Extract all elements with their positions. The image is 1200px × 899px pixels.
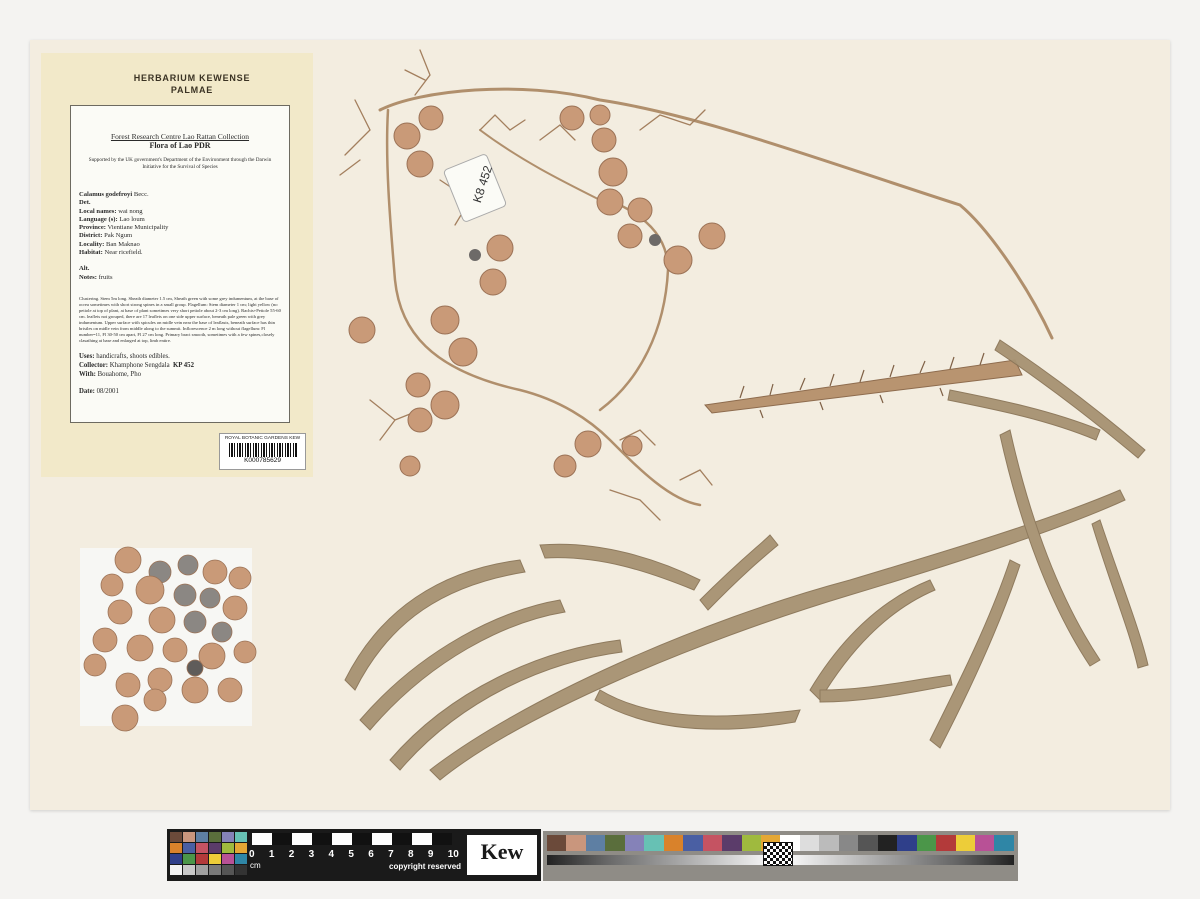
field-collector: Collector: Khamphone Sengdala KP 452 [79, 361, 194, 369]
field-locality: Locality: Ban Maknao [79, 240, 140, 248]
barcode-label: ROYAL BOTANIC GARDENS KEW K000785629 [219, 433, 306, 470]
barcode-institution: ROYAL BOTANIC GARDENS KEW [224, 436, 301, 441]
ruler-numbers: 0 1 2 3 4 5 6 7 8 9 10 [249, 849, 459, 860]
family-name: PALMAE [170, 85, 214, 95]
field-habitat: Habitat: Near ricefield. [79, 249, 143, 257]
specimen-label: Forest Research Centre Lao Rattan Collec… [70, 105, 290, 423]
flora-title: Flora of Lao PDR [149, 141, 211, 150]
field-date: Date: 08/2001 [79, 387, 119, 395]
field-language: Language (s): Lao loum [79, 215, 145, 223]
herbarium-title: HERBARIUM KEWENSE PALMAE [41, 72, 343, 96]
qr-code-icon [763, 842, 793, 866]
field-with: With: Bouahome, Pho [79, 370, 142, 378]
field-district: District: Pak Ngum [79, 232, 133, 240]
field-notes: Notes: fruits [79, 273, 113, 281]
field-species: Calamus godefroyi Becc. [79, 191, 149, 198]
field-alt: Alt. [79, 265, 90, 273]
barcode-number: K000785629 [244, 457, 281, 464]
herbarium-name: HERBARIUM KEWENSE [133, 73, 251, 83]
label-fields: Calamus godefroyi Becc. Det. Local names… [79, 191, 281, 282]
color-swatch-grid [170, 832, 247, 875]
description-text: Clustering. Stem 5m long. Sheath diamete… [79, 295, 281, 343]
kew-logo: Kew [467, 835, 537, 875]
scale-bar: 0 1 2 3 4 5 6 7 8 9 10 cm copyright reserved Kew [167, 829, 541, 881]
label-footer: Uses: handicrafts, shoots edibles. Colle… [79, 352, 281, 396]
field-province: Province: Vientiane Municipality [79, 224, 169, 232]
fruit-packet [80, 548, 252, 726]
support-note: Supported by the UK government's Departm… [88, 157, 272, 170]
color-calibration-chart [543, 831, 1018, 881]
ruler-unit: cm [250, 861, 261, 870]
barcode-icon [228, 443, 297, 457]
copyright-text: copyright reserved [389, 862, 462, 871]
ruler-track [252, 833, 452, 845]
collection-title: Forest Research Centre Lao Rattan Collec… [110, 132, 250, 141]
field-det: Det. [79, 199, 91, 207]
field-local-names: Local names: wai nong [79, 207, 143, 215]
field-uses: Uses: handicrafts, shoots edibles. [79, 352, 170, 360]
